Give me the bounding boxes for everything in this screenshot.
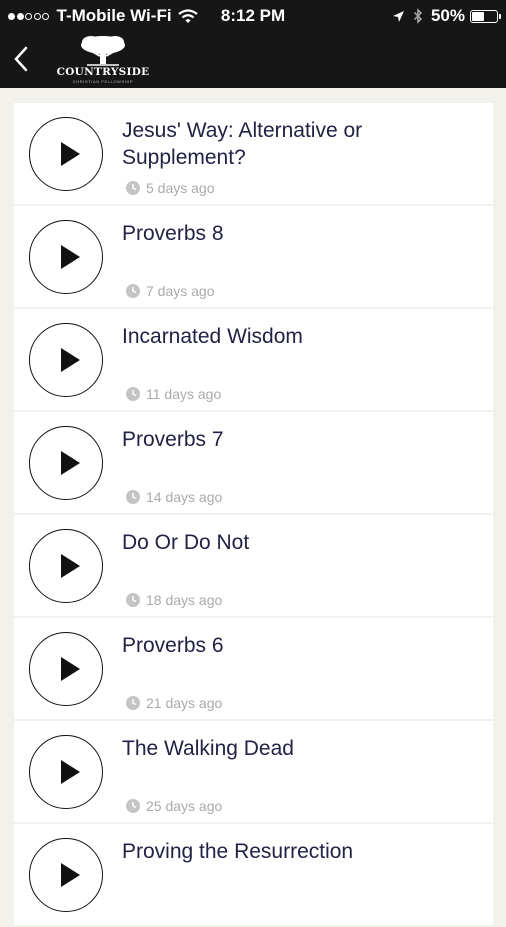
play-button[interactable] (29, 426, 103, 500)
sermon-list-item[interactable]: Do Or Do Not 18 days ago (14, 515, 493, 616)
sermon-list-item[interactable]: Jesus' Way: Alternative or Supplement? 5… (14, 103, 493, 204)
sermon-title: Proverbs 7 (122, 428, 224, 451)
sermon-age: 5 days ago (146, 180, 215, 196)
clock-icon (126, 181, 140, 195)
sermon-age: 11 days ago (146, 386, 222, 402)
status-bar: T-Mobile Wi-Fi 8:12 PM 50% (0, 0, 506, 32)
logo-subtitle: CHRISTIAN FELLOWSHIP (72, 79, 134, 84)
sermon-list: Jesus' Way: Alternative or Supplement? 5… (14, 103, 493, 927)
sermon-meta: 11 days ago (126, 386, 221, 402)
sermon-meta: 7 days ago (126, 283, 215, 299)
sermon-age: 14 days ago (146, 489, 223, 505)
sermon-title: Jesus' Way: Alternative or Supplement? (122, 119, 363, 169)
play-button[interactable] (29, 323, 103, 397)
play-icon (61, 142, 80, 166)
play-icon (61, 657, 80, 681)
location-arrow-icon (392, 10, 404, 22)
play-icon (61, 348, 80, 372)
sermon-list-item[interactable]: The Walking Dead 25 days ago (14, 721, 493, 822)
play-button[interactable] (29, 838, 103, 912)
sermon-meta: 18 days ago (126, 592, 222, 608)
church-logo: COUNTRYSIDE CHRISTIAN FELLOWSHIP (49, 34, 157, 86)
play-icon (61, 554, 80, 578)
bluetooth-icon (413, 8, 423, 24)
sermon-title: Proving the Resurrection (122, 840, 354, 863)
play-icon (61, 863, 80, 887)
sermon-list-item[interactable]: Proving the Resurrection (14, 824, 493, 925)
play-button[interactable] (29, 117, 103, 191)
sermon-title: Proverbs 8 (122, 222, 224, 245)
sermon-title: Incarnated Wisdom (122, 325, 303, 348)
clock-icon (126, 284, 140, 298)
sermon-age: 25 days ago (146, 798, 223, 814)
clock-icon (126, 490, 140, 504)
sermon-meta: 5 days ago (126, 180, 215, 196)
logo-name: COUNTRYSIDE (56, 66, 150, 78)
play-icon (61, 245, 80, 269)
clock-icon (126, 387, 140, 401)
clock-icon (126, 593, 140, 607)
play-icon (61, 760, 80, 784)
sermon-meta: 21 days ago (126, 695, 222, 711)
sermon-age: 21 days ago (146, 695, 223, 711)
sermon-list-item[interactable]: Proverbs 6 21 days ago (14, 618, 493, 719)
tree-icon (81, 36, 125, 66)
clock-icon (126, 696, 140, 710)
play-button[interactable] (29, 632, 103, 706)
play-button[interactable] (29, 529, 103, 603)
sermon-age: 18 days ago (146, 592, 223, 608)
chevron-left-icon (14, 46, 28, 72)
battery-percent: 50% (430, 6, 465, 25)
back-button[interactable] (10, 42, 32, 76)
sermon-meta: 14 days ago (126, 489, 222, 505)
sermon-list-item[interactable]: Proverbs 8 7 days ago (14, 206, 493, 307)
sermon-list-item[interactable]: Proverbs 7 14 days ago (14, 412, 493, 513)
sermon-meta: 25 days ago (126, 798, 222, 814)
sermon-title: Do Or Do Not (122, 531, 250, 554)
sermon-title: The Walking Dead (122, 737, 294, 760)
battery-icon (470, 9, 501, 23)
play-button[interactable] (29, 735, 103, 809)
play-icon (61, 451, 80, 475)
sermon-list-item[interactable]: Incarnated Wisdom 11 days ago (14, 309, 493, 410)
sermon-title: Proverbs 6 (122, 634, 224, 657)
clock-icon (126, 799, 140, 813)
sermon-age: 7 days ago (146, 283, 215, 299)
play-button[interactable] (29, 220, 103, 294)
app-header: T-Mobile Wi-Fi 8:12 PM 50% COUNTRYSIDE C… (0, 0, 506, 88)
